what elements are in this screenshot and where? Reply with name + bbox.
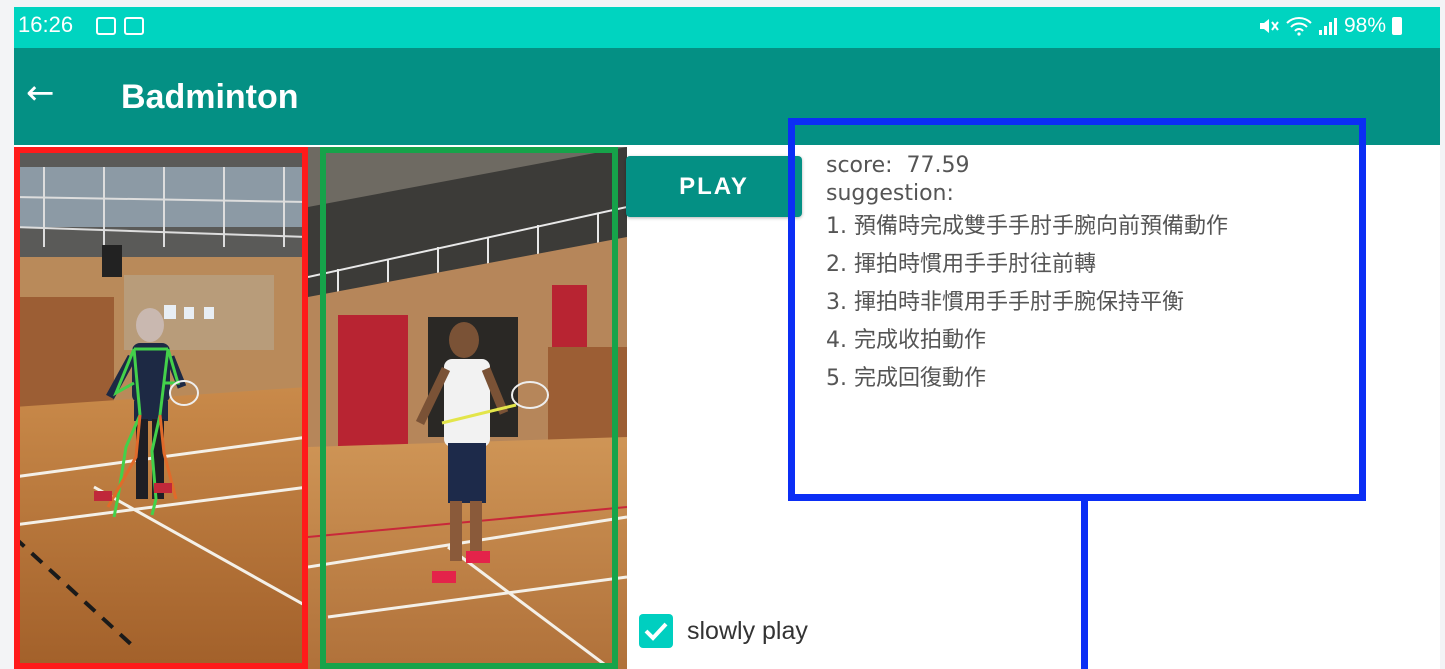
result-panel: score: 77.59 suggestion: 1. 預備時完成雙手手肘手腕向… <box>826 152 1346 398</box>
slow-play-checkbox[interactable] <box>639 614 673 648</box>
highlight-connector-line <box>1081 501 1088 669</box>
media-icon <box>124 17 144 35</box>
wifi-icon <box>1286 17 1312 36</box>
score-value: 77.59 <box>906 153 970 178</box>
suggestion-list: 1. 預備時完成雙手手肘手腕向前預備動作 2. 揮拍時慣用手手肘往前轉 3. 揮… <box>826 208 1346 398</box>
slow-play-label[interactable]: slowly play <box>687 614 808 648</box>
signal-icon <box>1318 18 1337 35</box>
page-title: Badminton <box>121 78 299 116</box>
status-time: 16:26 <box>18 12 74 37</box>
app-bar: ← Badminton <box>14 48 1440 145</box>
suggestion-item: 3. 揮拍時非慣用手手肘手腕保持平衡 <box>826 290 1184 315</box>
suggestion-item: 5. 完成回復動作 <box>826 366 986 391</box>
battery-icon <box>1392 17 1402 35</box>
suggestion-item: 1. 預備時完成雙手手肘手腕向前預備動作 <box>826 214 1228 239</box>
mute-icon <box>1259 19 1279 33</box>
reference-video <box>308 147 627 669</box>
status-right: 98% <box>1258 14 1402 38</box>
suggestion-item: 4. 完成收拍動作 <box>826 328 986 353</box>
app-screen: 16:26 98% ← Badminton PLAY score: 77.59 … <box>14 7 1440 669</box>
score-line: score: 77.59 <box>826 152 1346 180</box>
battery-percent: 98% <box>1343 14 1386 37</box>
play-button[interactable]: PLAY <box>626 156 802 217</box>
user-pose-video <box>14 147 308 669</box>
score-label: score: <box>826 153 893 178</box>
status-bar: 16:26 98% <box>14 7 1440 48</box>
image-icon <box>96 17 116 35</box>
check-icon <box>644 622 668 641</box>
suggestion-item: 2. 揮拍時慣用手手肘往前轉 <box>826 252 1096 277</box>
suggestion-label: suggestion: <box>826 181 954 206</box>
arrow-left-icon[interactable]: ← <box>26 76 55 110</box>
